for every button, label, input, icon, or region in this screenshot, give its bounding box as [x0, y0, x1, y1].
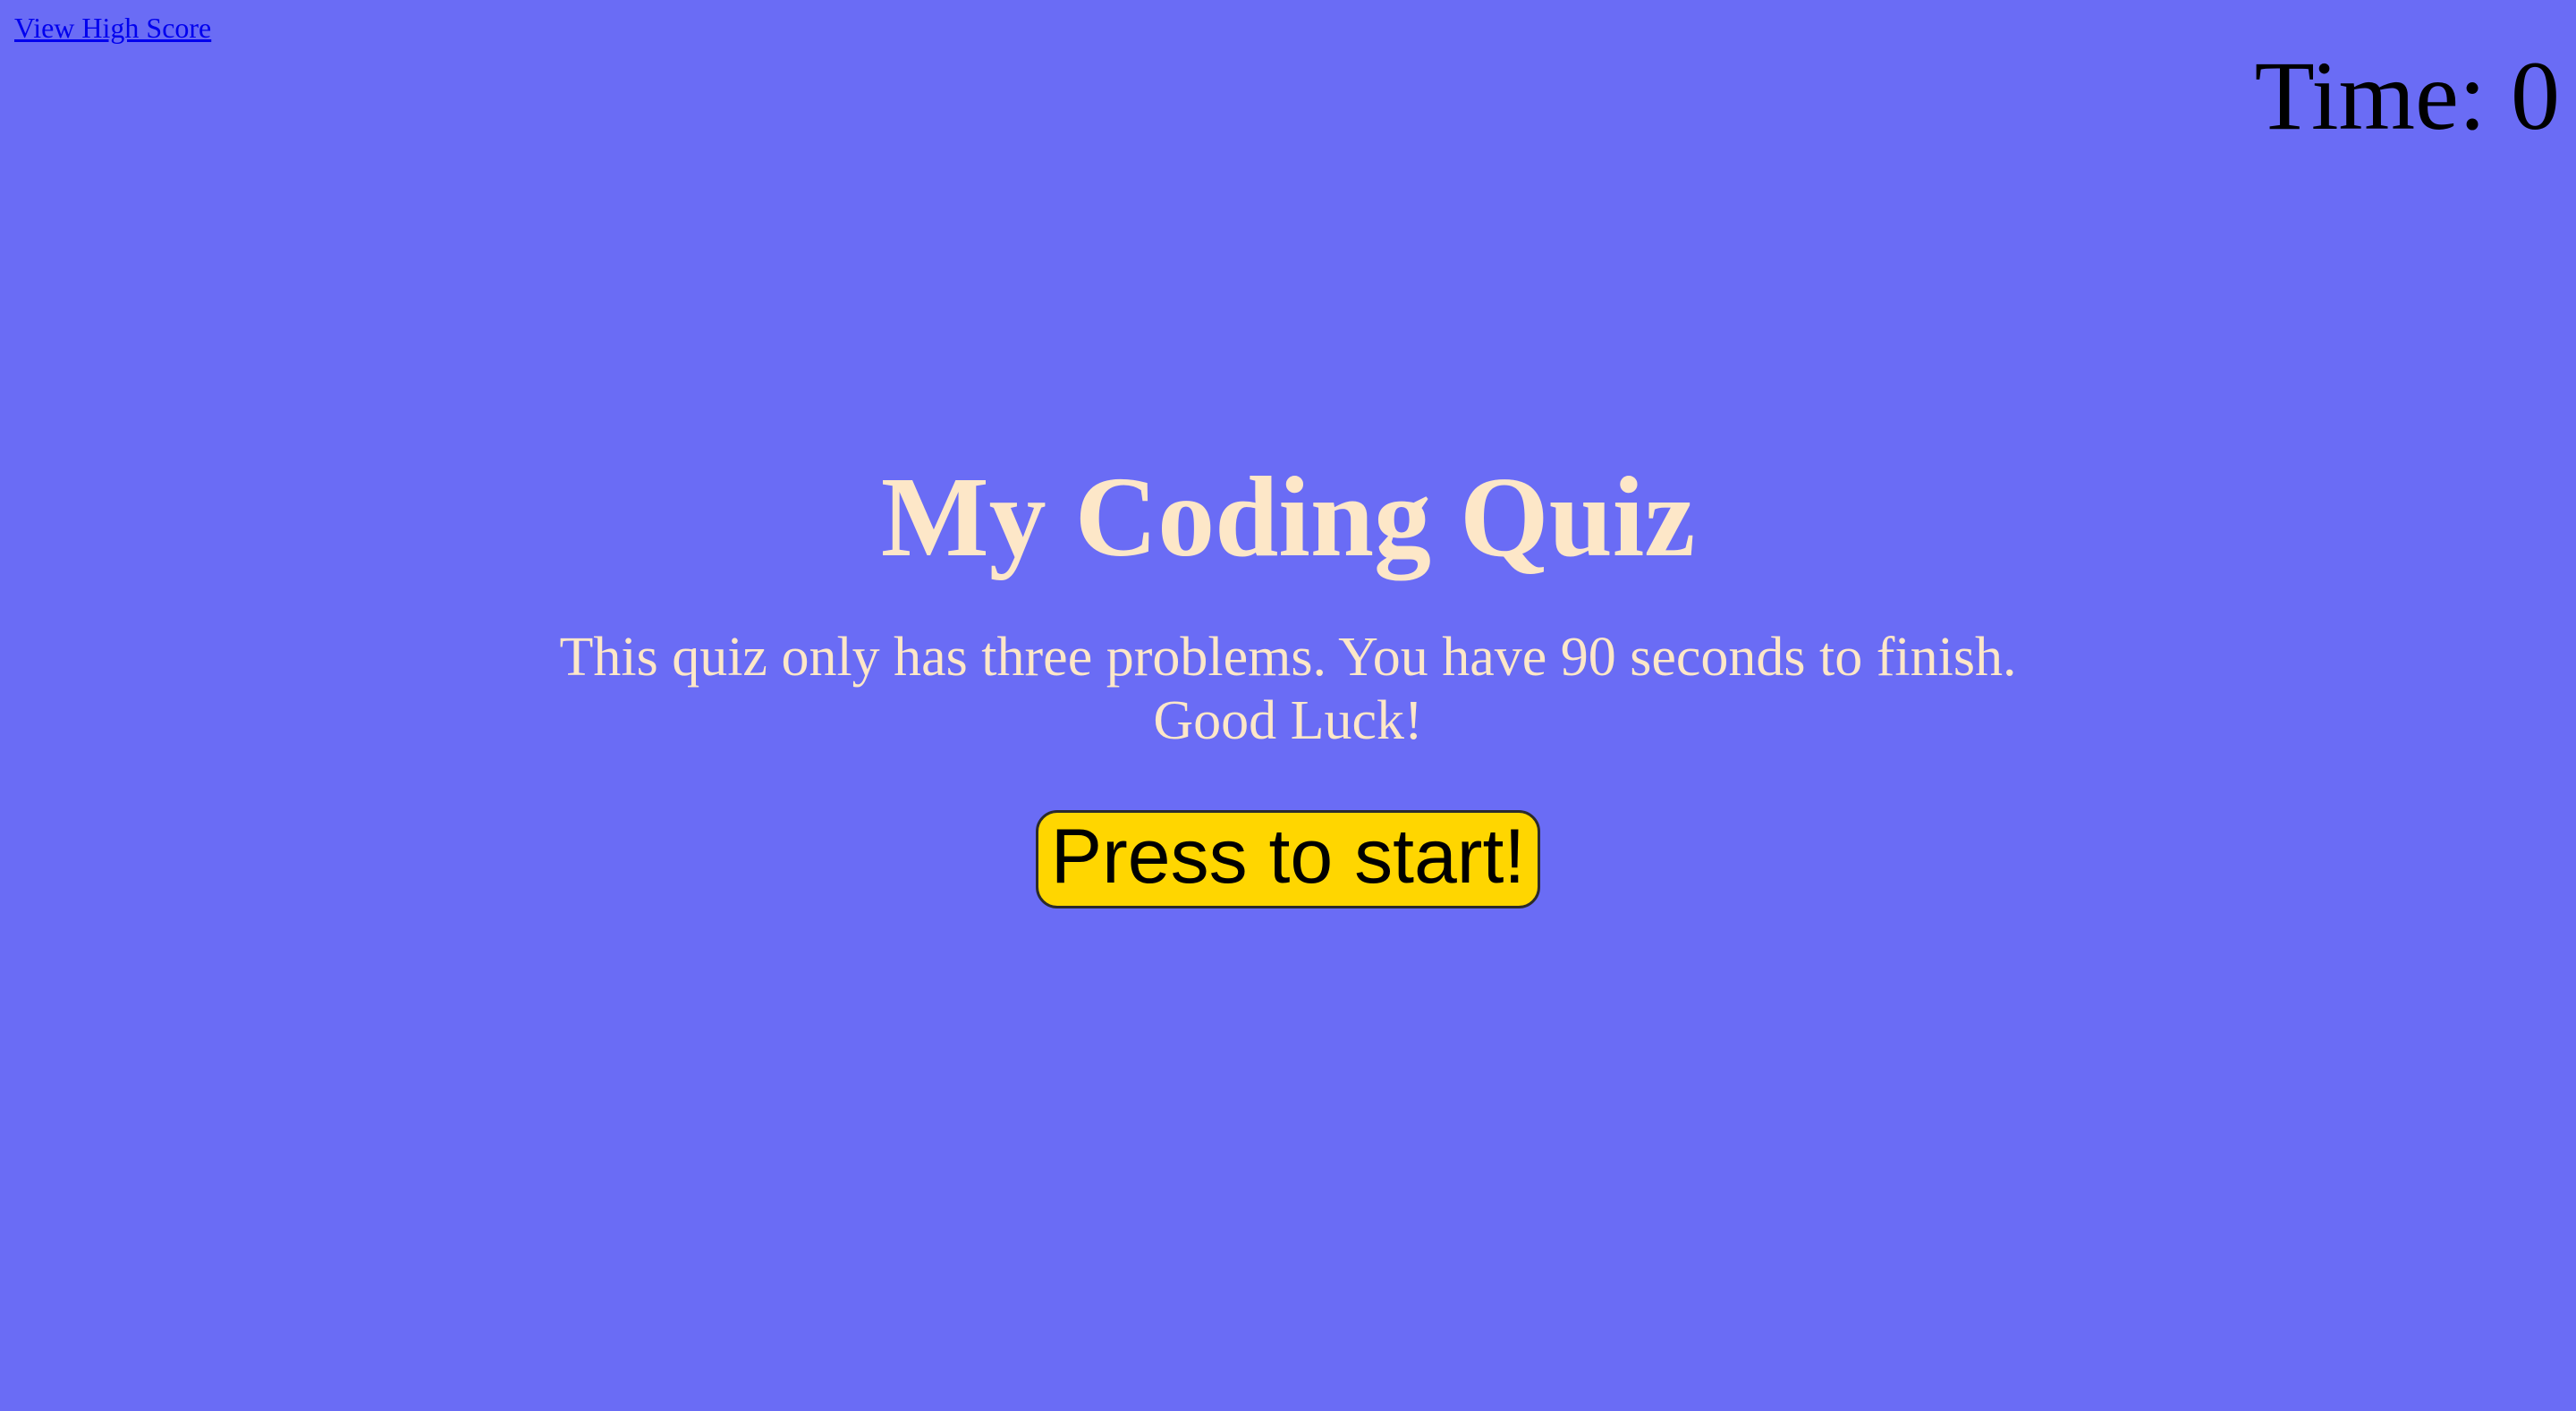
quiz-description: This quiz only has three problems. You h…: [559, 627, 2017, 751]
start-quiz-button[interactable]: Press to start!: [1035, 809, 1541, 909]
quiz-title: My Coding Quiz: [880, 453, 1696, 580]
intro-section: My Coding Quiz This quiz only has three …: [0, 452, 2576, 909]
timer-display: Time: 0: [2254, 41, 2560, 150]
view-high-score-link[interactable]: View High Score: [14, 12, 211, 44]
